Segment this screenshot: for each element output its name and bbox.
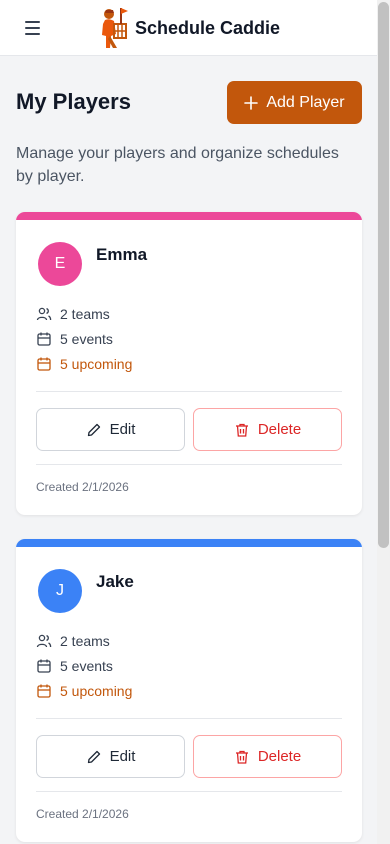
scrollbar[interactable]	[377, 0, 390, 844]
users-icon	[36, 634, 52, 648]
pencil-icon	[87, 423, 100, 436]
delete-label: Delete	[257, 748, 302, 765]
caddie-logo-icon	[102, 8, 128, 48]
plus-icon	[244, 95, 259, 110]
hamburger-menu-icon	[25, 21, 40, 35]
player-name: Emma	[96, 245, 148, 264]
calendar-icon	[37, 659, 51, 673]
teams-count: 2 teams	[60, 306, 110, 322]
edit-button[interactable]: Edit	[36, 408, 185, 451]
upcoming-count: 5 upcoming	[60, 356, 133, 372]
player-name: Jake	[96, 572, 134, 591]
app-header: Schedule Caddie	[0, 0, 377, 56]
trash-icon	[235, 750, 248, 764]
teams-stat: 2 teams	[36, 306, 110, 322]
add-player-button[interactable]: Add Player	[227, 81, 362, 124]
page-title: My Players	[16, 89, 131, 114]
pencil-icon	[87, 750, 100, 763]
events-count: 5 events	[60, 331, 113, 347]
player-card: J Jake 2 teams 5 events 5 upcoming Edit	[16, 539, 362, 842]
card-color-stripe	[16, 539, 362, 547]
teams-stat: 2 teams	[36, 633, 110, 649]
calendar-icon	[37, 684, 51, 698]
created-date: Created 2/1/2026	[36, 807, 129, 821]
upcoming-count: 5 upcoming	[60, 683, 133, 699]
app-title: Schedule Caddie	[135, 17, 281, 38]
delete-label: Delete	[257, 421, 302, 438]
delete-button[interactable]: Delete	[193, 735, 342, 778]
users-icon	[36, 307, 52, 321]
delete-button[interactable]: Delete	[193, 408, 342, 451]
teams-count: 2 teams	[60, 633, 110, 649]
upcoming-stat: 5 upcoming	[36, 356, 132, 372]
calendar-icon	[37, 332, 51, 346]
scrollbar-thumb[interactable]	[378, 2, 389, 548]
avatar: E	[38, 242, 82, 286]
brand[interactable]: Schedule Caddie	[97, 6, 280, 50]
player-card: E Emma 2 teams 5 events 5 upcoming Edit	[16, 212, 362, 515]
divider	[36, 718, 342, 719]
avatar: J	[38, 569, 82, 613]
divider	[36, 791, 342, 792]
divider	[36, 464, 342, 465]
events-count: 5 events	[60, 658, 113, 674]
card-color-stripe	[16, 212, 362, 220]
edit-label: Edit	[109, 421, 136, 438]
trash-icon	[235, 423, 248, 437]
calendar-icon	[37, 357, 51, 371]
menu-button[interactable]	[24, 19, 44, 37]
divider	[36, 391, 342, 392]
events-stat: 5 events	[36, 331, 113, 347]
edit-label: Edit	[109, 748, 136, 765]
edit-button[interactable]: Edit	[36, 735, 185, 778]
events-stat: 5 events	[36, 658, 113, 674]
page-subtitle: Manage your players and organize schedul…	[16, 145, 339, 185]
upcoming-stat: 5 upcoming	[36, 683, 132, 699]
add-player-label: Add Player	[266, 93, 345, 111]
created-date: Created 2/1/2026	[36, 480, 129, 494]
